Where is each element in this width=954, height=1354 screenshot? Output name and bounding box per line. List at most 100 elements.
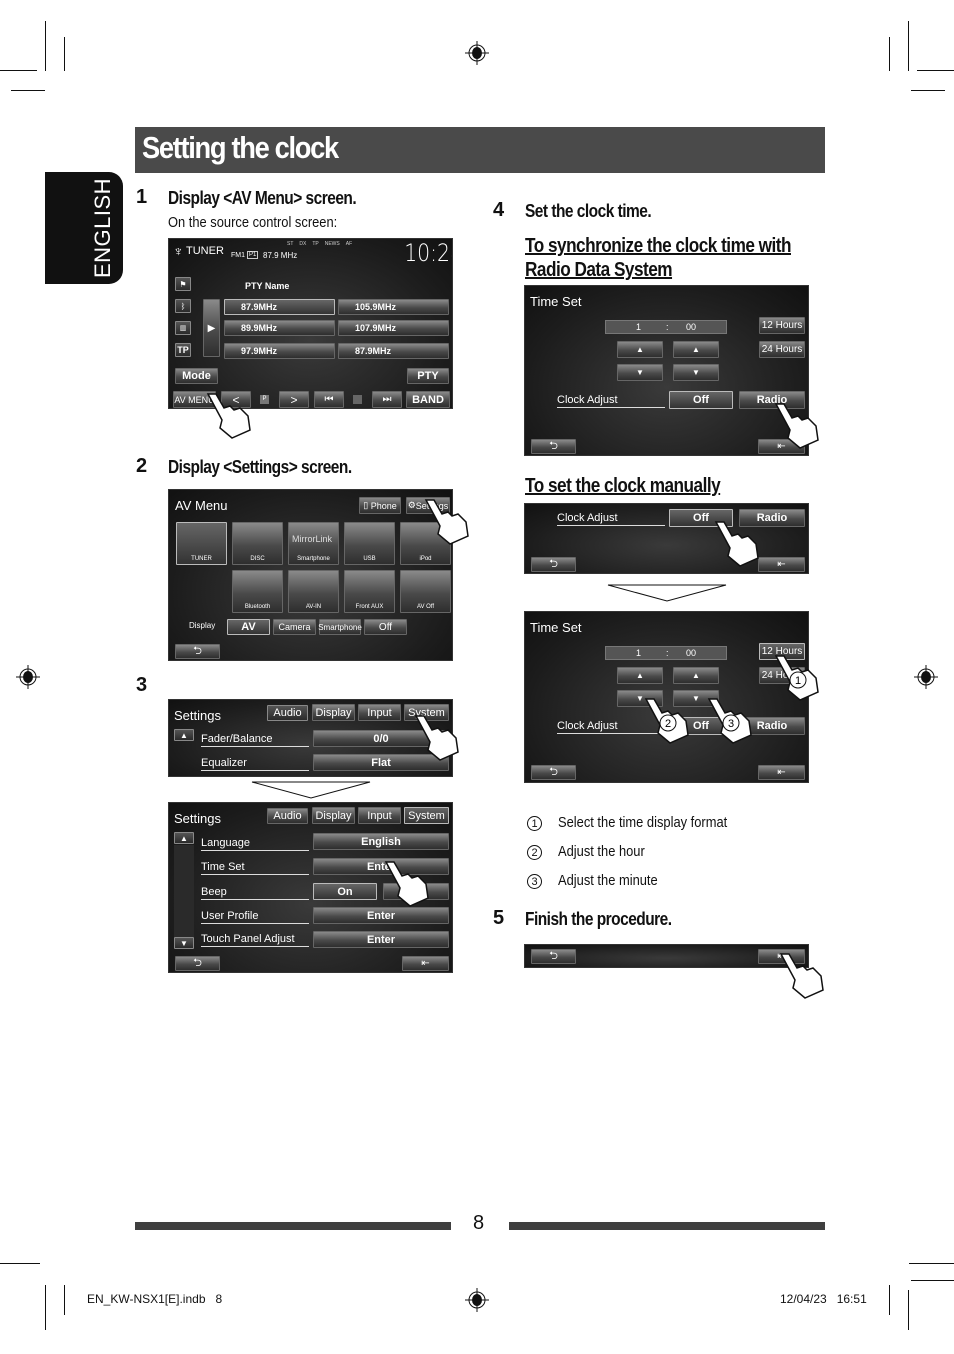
row-label: Language: [201, 837, 309, 851]
hour-down-button[interactable]: ▼: [617, 364, 663, 381]
arrow-down-icon: [251, 781, 371, 799]
exit-button[interactable]: ⇤: [758, 557, 805, 572]
scroll-up-button[interactable]: ▲: [174, 729, 194, 741]
time-set-screen-sync: Time Set 1 : 00 ▲ ▲ ▼ ▼ 12 Hours 24 Hour…: [524, 285, 809, 456]
bluetooth-icon[interactable]: ᛒ: [175, 299, 191, 313]
back-button[interactable]: ⮌: [175, 956, 220, 971]
time-display: 1 : 00: [605, 320, 727, 334]
tab-display[interactable]: Display: [312, 807, 355, 824]
preset-p6[interactable]: 87.9MHz: [338, 343, 449, 359]
crop-mark: [889, 37, 890, 71]
preset-p3[interactable]: 97.9MHz: [224, 343, 335, 359]
back-button[interactable]: ⮌: [175, 644, 220, 659]
preset-p5[interactable]: 107.9MHz: [338, 320, 449, 336]
back-button[interactable]: ⮌: [531, 949, 576, 964]
clock-adjust-label: Clock Adjust: [557, 512, 665, 526]
back-button[interactable]: ⮌: [531, 557, 576, 572]
indicator-st: ST: [287, 241, 294, 247]
registration-mark-icon: [16, 665, 40, 689]
band-button[interactable]: BAND: [406, 391, 450, 408]
tab-audio[interactable]: Audio: [267, 705, 308, 721]
page-title: Setting the clock: [142, 130, 339, 165]
preset-p1[interactable]: 87.9MHz: [224, 299, 335, 315]
preset-p2[interactable]: 89.9MHz: [224, 320, 335, 336]
legend-text: Select the time display format: [558, 814, 728, 831]
expand-presets-button[interactable]: ▶: [203, 299, 220, 357]
crop-mark: [0, 1263, 40, 1264]
source-bluetooth[interactable]: Bluetooth: [232, 570, 283, 613]
minute-up-button[interactable]: ▲: [673, 341, 719, 358]
step-heading: Display <AV Menu> screen.: [168, 188, 357, 208]
equalizer-icon[interactable]: ▥: [175, 321, 191, 335]
scrollbar-track[interactable]: [174, 845, 194, 937]
24-hours-button[interactable]: 24 Hours: [759, 341, 805, 358]
skip-forward-button[interactable]: ⏭: [372, 391, 402, 408]
hour-up-button[interactable]: ▲: [617, 341, 663, 358]
pty-search-button[interactable]: PTY: [407, 368, 449, 384]
crop-mark: [909, 1263, 954, 1264]
display-off[interactable]: Off: [364, 619, 407, 635]
tab-input[interactable]: Input: [358, 704, 401, 721]
source-av-in[interactable]: AV-IN: [288, 570, 339, 613]
hand-pointer-3-icon: 3: [707, 698, 752, 744]
hour-up-button[interactable]: ▲: [617, 667, 663, 684]
display-label: Display: [189, 621, 216, 630]
step-note: On the source control screen:: [168, 214, 338, 231]
radio-icon[interactable]: ⚑: [175, 277, 191, 291]
source-usb[interactable]: USB: [344, 522, 395, 565]
tab-input[interactable]: Input: [358, 807, 401, 824]
subheading-sync: To synchronize the clock time with Radio…: [525, 234, 792, 282]
preset-p4[interactable]: 105.9MHz: [338, 299, 449, 315]
back-button[interactable]: ⮌: [531, 439, 576, 454]
user-profile-enter-button[interactable]: Enter: [313, 907, 449, 924]
hand-pointer-icon: [414, 715, 459, 761]
tp-button[interactable]: TP: [175, 343, 191, 357]
av-menu-title: AV Menu: [175, 498, 228, 513]
12-hours-button[interactable]: 12 Hours: [759, 317, 805, 334]
touch-panel-adjust-enter-button[interactable]: Enter: [313, 931, 449, 948]
mode-button[interactable]: Mode: [175, 368, 218, 384]
display-camera[interactable]: Camera: [273, 619, 316, 635]
exit-button[interactable]: ⇤: [402, 956, 449, 971]
crop-mark: [911, 1280, 954, 1281]
scroll-down-button[interactable]: ▼: [174, 937, 194, 949]
source-tuner[interactable]: TUNER: [176, 522, 227, 565]
language-button[interactable]: English: [313, 833, 449, 850]
display-smartphone[interactable]: Smartphone: [318, 619, 362, 635]
hand-pointer-1-icon: 1: [774, 655, 819, 701]
time-separator: :: [666, 322, 669, 332]
source-disc[interactable]: DISC: [232, 522, 283, 565]
page-title-bar: Setting the clock: [135, 127, 825, 173]
legend-marker: 3: [527, 874, 542, 889]
skip-back-button[interactable]: ⏮: [314, 391, 344, 408]
source-front-aux[interactable]: Front AUX: [344, 570, 395, 613]
indicator-news: NEWS: [324, 241, 340, 247]
footer-file: EN_KW-NSX1[E].indb 8: [87, 1292, 223, 1306]
beep-on-button[interactable]: On: [313, 883, 377, 900]
clock-adjust-off-button[interactable]: Off: [669, 391, 733, 409]
legend-item: 2 Adjust the hour: [527, 843, 645, 861]
indicator-af: AF: [345, 241, 353, 247]
back-button[interactable]: ⮌: [531, 765, 576, 780]
phone-button[interactable]: ▯ Phone: [359, 497, 401, 514]
minute-up-button[interactable]: ▲: [673, 667, 719, 684]
tab-system[interactable]: System: [404, 807, 449, 824]
indicator-tp: TP: [312, 241, 319, 247]
exit-button[interactable]: ⇤: [758, 765, 805, 780]
page-number: 8: [473, 1212, 485, 1234]
tab-display[interactable]: Display: [312, 704, 355, 721]
antenna-icon: ♆: [173, 243, 184, 259]
display-av[interactable]: AV: [227, 619, 270, 635]
hand-pointer-icon: [384, 861, 429, 907]
minute-down-button[interactable]: ▼: [673, 364, 719, 381]
source-av-off[interactable]: AV Off: [400, 570, 451, 613]
svg-text:3: 3: [728, 718, 734, 730]
crop-mark: [11, 90, 45, 91]
tab-audio[interactable]: Audio: [267, 808, 308, 824]
scroll-up-button[interactable]: ▲: [174, 832, 194, 844]
step-number: 5: [493, 907, 505, 929]
step-number: 2: [136, 455, 148, 477]
next-button[interactable]: >: [279, 391, 309, 408]
hand-pointer-icon: [424, 499, 469, 545]
crop-mark: [0, 70, 37, 71]
